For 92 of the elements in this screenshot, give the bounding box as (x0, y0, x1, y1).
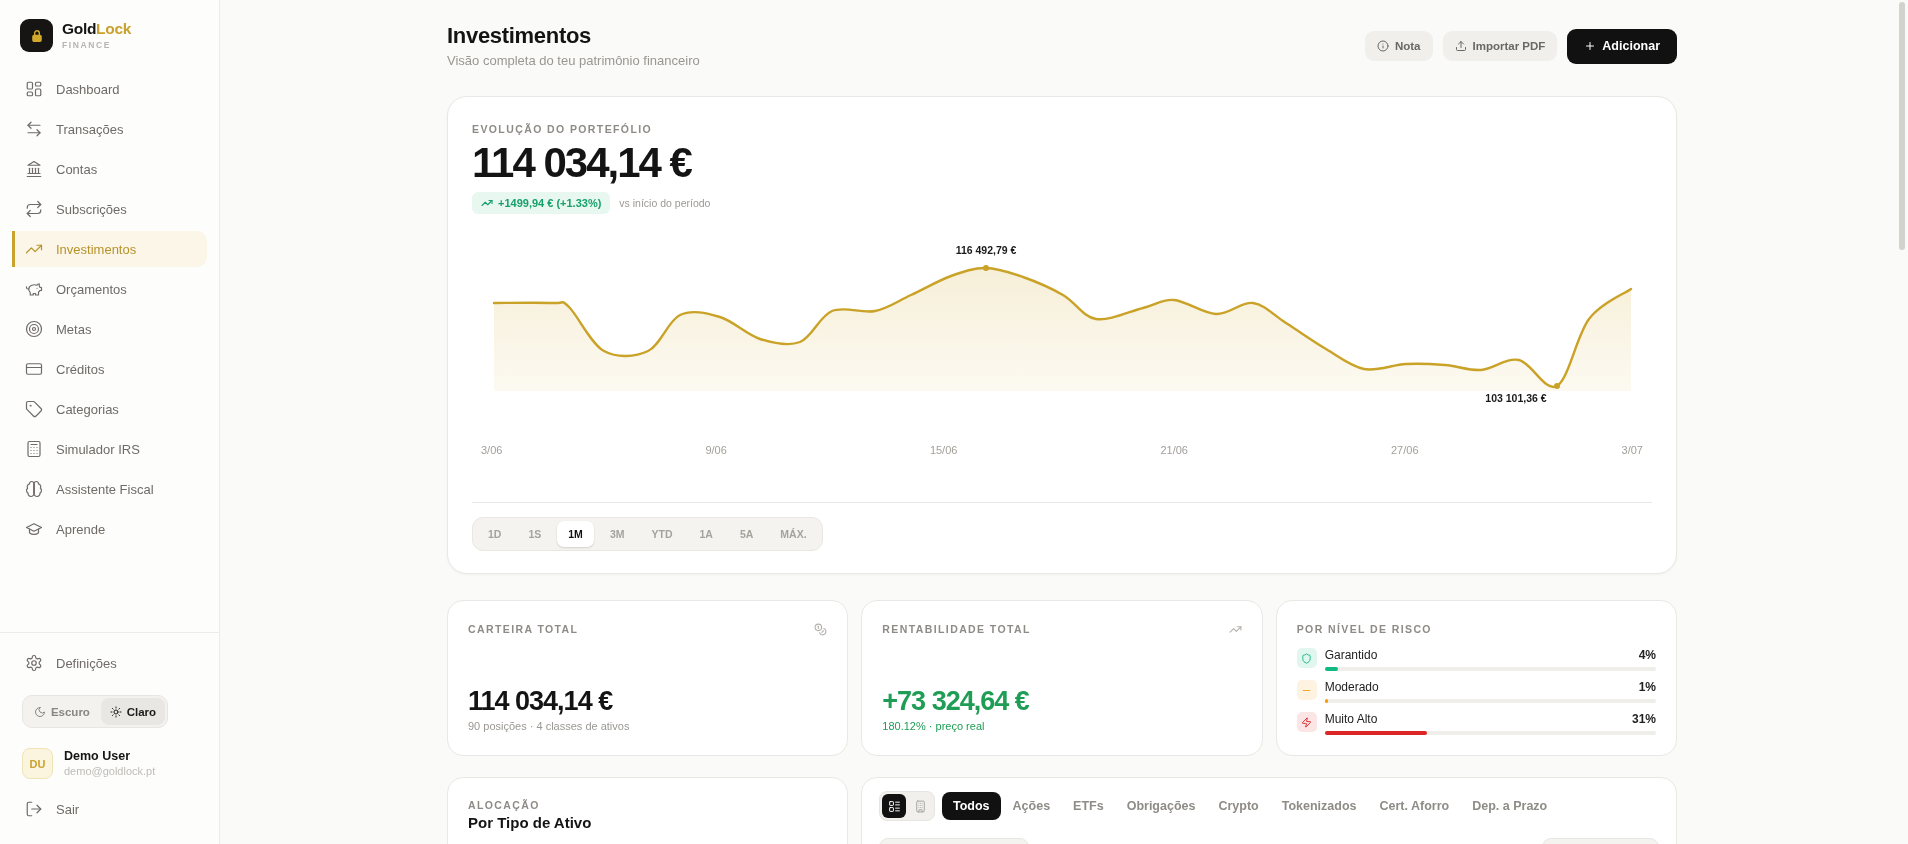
logout-item[interactable]: Sair (12, 791, 207, 827)
nav-item[interactable]: Transações (12, 111, 207, 147)
user-email: demo@goldlock.pt (64, 764, 156, 778)
calculator-icon (25, 440, 43, 458)
nav-item[interactable]: Aprende (12, 511, 207, 547)
card-label: RENTABILIDADE TOTAL (882, 622, 1031, 636)
nav-item[interactable]: Investimentos (12, 231, 207, 267)
summary-note: 180.12% · preço real (882, 719, 986, 733)
upload-icon (1454, 40, 1467, 52)
coins-icon (814, 622, 828, 636)
change-note: vs início do período (619, 197, 711, 209)
nav-item[interactable]: Créditos (12, 351, 207, 387)
nav-item[interactable]: Subscrições (12, 191, 207, 227)
filter-tab[interactable]: Obrigações (1115, 792, 1207, 820)
arrows-icon (25, 120, 43, 138)
settings-icon (25, 654, 43, 672)
nav-item[interactable]: Orçamentos (12, 271, 207, 307)
list-icon (887, 799, 901, 813)
range-tab[interactable]: 1M (557, 521, 594, 547)
sun-icon (109, 705, 122, 718)
tag-icon (25, 400, 43, 418)
risk-percent: 1% (1638, 680, 1656, 695)
brain-icon (25, 480, 43, 498)
settings-item[interactable]: Definições (12, 645, 207, 681)
filter-tab[interactable]: Tokenizados (1270, 792, 1368, 820)
target-icon (25, 320, 43, 338)
filter-tab[interactable]: Dep. a Prazo (1461, 792, 1559, 820)
minus-icon (1296, 680, 1317, 700)
risk-name: Muito Alto (1324, 712, 1378, 727)
filter-tab[interactable]: Todos (942, 792, 1001, 820)
theme-option[interactable]: Escuro (25, 698, 99, 725)
nav-item[interactable]: Dashboard (12, 71, 207, 107)
risk-percent: 4% (1638, 648, 1656, 663)
user-name: Demo User (64, 749, 131, 764)
filter-tab[interactable]: Ações (1001, 792, 1062, 820)
lightning-icon (1296, 712, 1317, 732)
risk-name: Moderado (1324, 680, 1379, 695)
lock-icon (20, 19, 53, 52)
credit-card-icon (25, 360, 43, 378)
axis-label: 3/06 (481, 443, 503, 458)
shield-icon (1296, 648, 1317, 668)
add-button[interactable]: Adicionar (1567, 28, 1677, 64)
theme-option[interactable]: Claro (100, 698, 165, 725)
axis-label: 27/06 (1390, 443, 1419, 458)
risk-percent: 31% (1631, 712, 1656, 727)
axis-label: 21/06 (1160, 443, 1188, 458)
page-title: Investimentos (447, 22, 593, 50)
change-badge: +1499,94 € (+1.33%) (472, 192, 611, 214)
axis-label: 3/07 (1621, 443, 1643, 458)
axis-label: 15/06 (929, 443, 958, 458)
filter-tab[interactable]: ETFs (1062, 792, 1115, 820)
list-view-button[interactable] (882, 794, 906, 818)
nav-item[interactable]: Simulador IRS (12, 431, 207, 467)
portfolio-value: 114 034,14 € (472, 139, 693, 187)
logout-icon (25, 800, 43, 818)
summary-note: 90 posições · 4 classes de ativos (468, 719, 631, 733)
card-label: CARTEIRA TOTAL (468, 622, 579, 636)
nav-item[interactable]: Assistente Fiscal (12, 471, 207, 507)
user-avatar: DU (22, 748, 53, 779)
card-label: POR NÍVEL DE RISCO (1296, 622, 1433, 636)
card-label: EVOLUÇÃO DO PORTEFÓLIO (472, 122, 654, 136)
piggy-bank-icon (25, 280, 43, 298)
filter-tab[interactable]: Cert. Aforro (1368, 792, 1461, 820)
peak-value-label: 116 492,79 € (955, 244, 1017, 256)
axis-label: 9/06 (705, 443, 727, 458)
card-title: Por Tipo de Ativo (468, 814, 593, 832)
import-button[interactable]: Importar PDF (1442, 31, 1558, 61)
building-icon (913, 799, 927, 813)
brand-name: GoldLock (62, 20, 132, 38)
scrollbar-thumb[interactable] (1899, 2, 1905, 250)
brand-tagline: FINANCE (62, 40, 112, 51)
graduation-cap-icon (25, 520, 43, 538)
moon-icon (33, 705, 46, 718)
data-point-icon (1554, 383, 1560, 389)
data-point-icon (983, 265, 989, 271)
filter-tab[interactable]: Crypto (1207, 792, 1270, 820)
summary-value: 114 034,14 € (468, 685, 614, 717)
nav-item[interactable]: Categorias (12, 391, 207, 427)
grid-icon (25, 80, 43, 98)
page-subtitle: Visão completa do teu patrimônio financeiro (447, 52, 700, 70)
repeat-icon (25, 200, 43, 218)
summary-value: +73 324,64 € (882, 685, 1030, 717)
nav-item[interactable]: Contas (12, 151, 207, 187)
low-value-label: 103 101,36 € (1485, 392, 1547, 404)
trending-up-icon (481, 197, 493, 209)
card-label: ALOCAÇÃO (468, 798, 541, 812)
nav-item[interactable]: Metas (12, 311, 207, 347)
bank-icon (25, 160, 43, 178)
risk-name: Garantido (1324, 648, 1378, 663)
info-icon (1376, 40, 1389, 52)
note-button[interactable]: Nota (1364, 31, 1433, 61)
plus-icon (1584, 40, 1597, 52)
